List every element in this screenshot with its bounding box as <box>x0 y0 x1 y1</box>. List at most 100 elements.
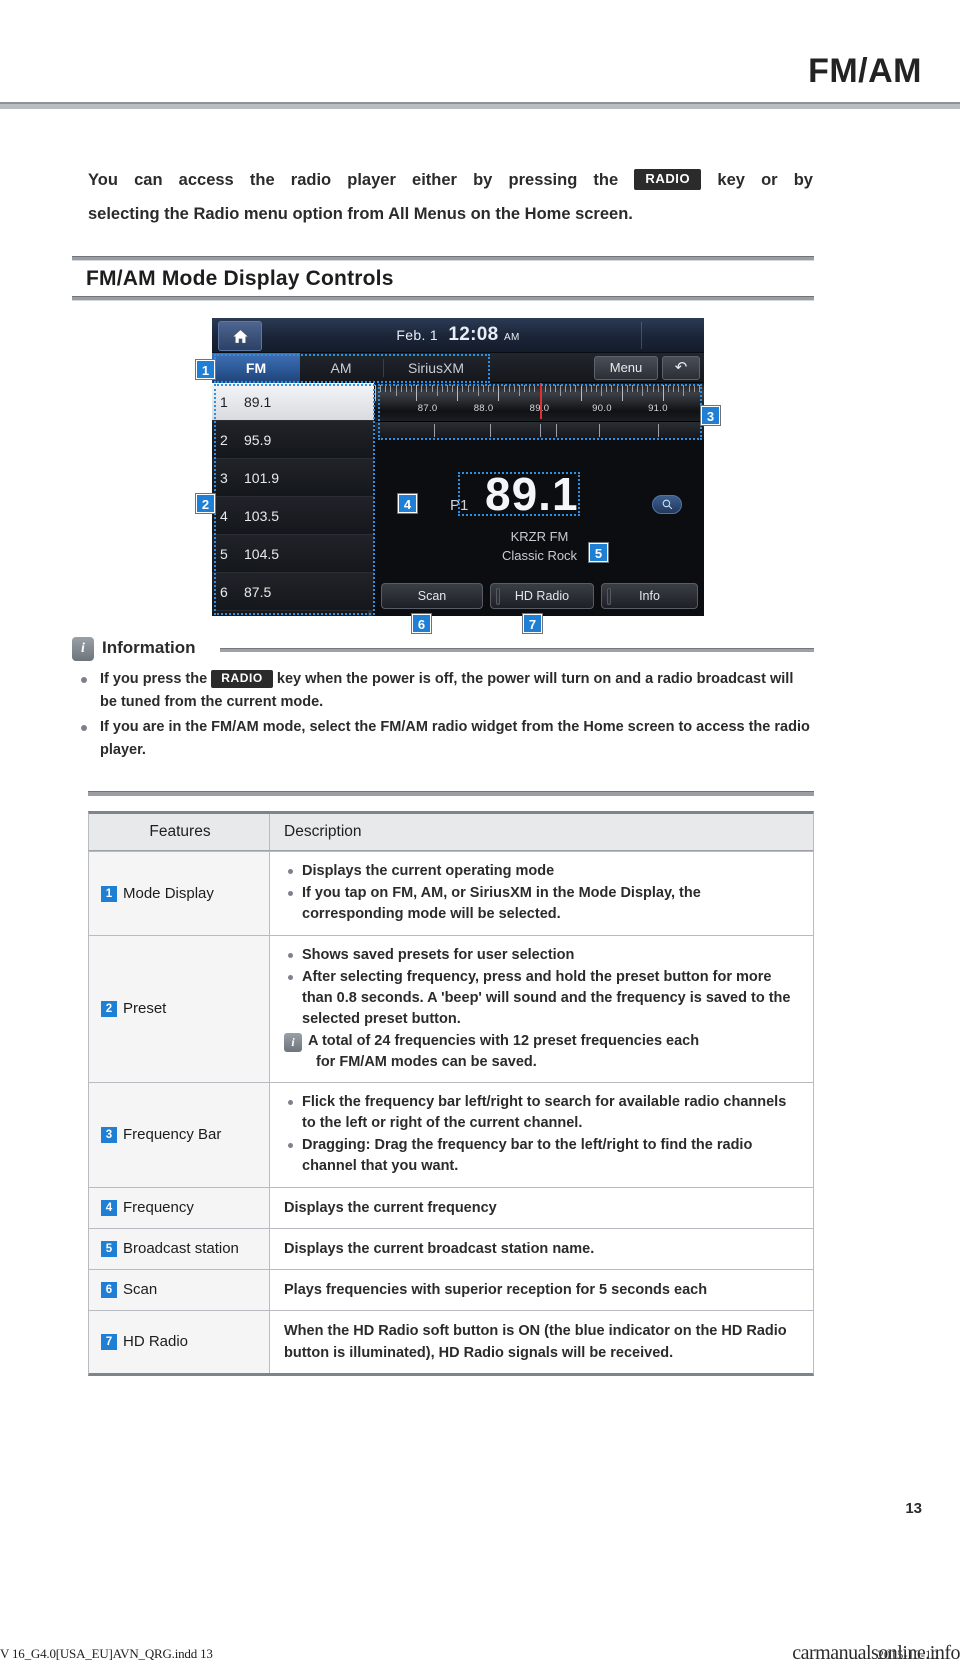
intro-paragraph: You can access the radio player either b… <box>88 163 813 231</box>
section-title: FM/AM Mode Display Controls <box>86 267 394 290</box>
information-bottom-rule <box>88 791 814 796</box>
freq-tick-label: 91.0 <box>648 403 668 414</box>
intro-text-before: You can access the radio player either b… <box>88 171 619 189</box>
description-bullet: If you tap on FM, AM, or SiriusXM in the… <box>284 883 801 925</box>
feature-label: 6 Scan <box>101 1280 157 1300</box>
device-status-bar: Feb. 1 12:08 AM <box>212 318 704 353</box>
preset-item-1[interactable]: 1 89.1 <box>212 383 374 421</box>
description-note: i A total of 24 frequencies with 12 pres… <box>284 1031 801 1073</box>
preset-index: 6 <box>220 584 228 600</box>
badge-4: 4 <box>398 494 417 513</box>
feature-number: 3 <box>101 1127 117 1143</box>
preset-index: 1 <box>220 394 228 410</box>
preset-item-6[interactable]: 6 87.5 <box>212 573 374 611</box>
feature-name: Frequency Bar <box>123 1126 222 1143</box>
device-body: 1 89.1 2 95.9 3 101.9 4 103.5 5 104.5 6 … <box>212 383 704 616</box>
table-cell-feature: 5 Broadcast station <box>89 1229 270 1269</box>
header-description-label: Description <box>284 823 362 840</box>
freq-tick-label: 87.0 <box>417 403 438 414</box>
feature-number: 7 <box>101 1334 117 1350</box>
info-label: Info <box>639 589 660 603</box>
head-unit-screen: Feb. 1 12:08 AM FM AM SiriusXM Menu ↶ 1 … <box>212 318 704 616</box>
table-row: 5 Broadcast station Displays the current … <box>88 1228 814 1269</box>
preset-item-4[interactable]: 4 103.5 <box>212 497 374 535</box>
tab-siriusxm[interactable]: SiriusXM <box>382 353 490 383</box>
header-features-label: Features <box>149 823 211 840</box>
preset-item-2[interactable]: 2 95.9 <box>212 421 374 459</box>
tab-am[interactable]: AM <box>300 353 382 383</box>
preset-frequency: 87.5 <box>244 584 272 600</box>
table-row: 6 Scan Plays frequencies with superior re… <box>88 1269 814 1310</box>
preset-item-5[interactable]: 5 104.5 <box>212 535 374 573</box>
intro-line-2: selecting the Radio menu option from All… <box>88 205 633 223</box>
feature-number: 5 <box>101 1241 117 1257</box>
badge-2: 2 <box>196 494 215 513</box>
table-header-description: Description <box>270 814 813 850</box>
status-divider <box>641 322 642 349</box>
table-cell-description: Displays the current frequency <box>270 1188 813 1228</box>
table-header-features: Features <box>89 814 270 850</box>
search-button[interactable] <box>652 495 682 514</box>
mode-display-tabs: FM AM SiriusXM Menu ↶ <box>212 353 704 383</box>
description-bullet: Displays the current operating mode <box>284 861 801 882</box>
status-time: 12:08 <box>448 324 499 345</box>
feature-label: 3 Frequency Bar <box>101 1125 221 1145</box>
info-button[interactable]: Info <box>601 583 698 609</box>
hd-radio-indicator <box>496 588 500 605</box>
preset-index: 3 <box>220 470 228 486</box>
table-cell-feature: 4 Frequency <box>89 1188 270 1228</box>
feature-name: Frequency <box>123 1199 194 1216</box>
information-rule <box>220 648 814 652</box>
information-item-2: If you are in the FM/AM mode, select the… <box>72 716 814 762</box>
description-text: Displays the current frequency <box>284 1200 497 1216</box>
table-cell-feature: 2 Preset <box>89 936 270 1082</box>
information-item-1: If you press the RADIO key when the powe… <box>72 668 814 714</box>
features-table: Features Description 1 Mode Display Displ… <box>88 811 814 1376</box>
table-row: 4 Frequency Displays the current frequenc… <box>88 1187 814 1228</box>
information-block: i Information If you press the RADIO key… <box>72 636 814 796</box>
feature-name: Preset <box>123 1000 167 1017</box>
information-list: If you press the RADIO key when the powe… <box>72 668 814 762</box>
feature-number: 6 <box>101 1282 117 1298</box>
table-cell-description: Flick the frequency bar left/right to se… <box>270 1083 813 1187</box>
description-bullet: After selecting frequency, press and hol… <box>284 967 801 1030</box>
table-cell-feature: 6 Scan <box>89 1270 270 1310</box>
tuner-display: P1 89.1 KRZR FM Classic Rock Scan HD Rad… <box>375 439 704 616</box>
scan-button[interactable]: Scan <box>381 583 483 609</box>
preset-index: 2 <box>220 432 228 448</box>
information-icon: i <box>72 637 94 661</box>
footer-date: 2015-10-10 <box>877 1647 938 1662</box>
station-name: KRZR FM <box>510 529 569 544</box>
feature-label: 5 Broadcast station <box>101 1239 239 1259</box>
search-icon <box>662 499 672 510</box>
preset-item-3[interactable]: 3 101.9 <box>212 459 374 497</box>
current-frequency: 89.1 <box>485 468 579 520</box>
hd-radio-label: HD Radio <box>514 589 570 603</box>
feature-number: 2 <box>101 1001 117 1017</box>
manual-page: FM/AM You can access the radio player ei… <box>0 0 960 1680</box>
badge-7: 7 <box>523 614 542 633</box>
preset-index: 4 <box>220 508 228 524</box>
feature-label: 4 Frequency <box>101 1198 194 1218</box>
tab-fm[interactable]: FM <box>212 353 300 383</box>
table-header-row: Features Description <box>88 811 814 851</box>
section-rule-bottom <box>72 296 814 301</box>
menu-button[interactable]: Menu <box>594 356 658 380</box>
description-text: Displays the current broadcast station n… <box>284 1241 595 1257</box>
back-button[interactable]: ↶ <box>662 356 700 380</box>
feature-number: 4 <box>101 1200 117 1216</box>
description-bullet: Shows saved presets for user selection <box>284 945 801 966</box>
page-header: FM/AM <box>0 0 960 104</box>
table-cell-feature: 1 Mode Display <box>89 852 270 935</box>
hd-radio-button[interactable]: HD Radio <box>490 583 594 609</box>
table-cell-description: Displays the current operating mode If y… <box>270 852 813 935</box>
badge-3: 3 <box>701 406 720 425</box>
frequency-bar-lower <box>375 421 704 439</box>
frequency-bar[interactable]: 87.0 88.0 89.0 90.0 91.0 <box>375 383 704 439</box>
description-text: When the HD Radio soft button is ON (the… <box>284 1323 787 1361</box>
preset-list[interactable]: 1 89.1 2 95.9 3 101.9 4 103.5 5 104.5 6 … <box>212 383 375 616</box>
feature-label: 1 Mode Display <box>101 884 214 904</box>
feature-label: 2 Preset <box>101 999 166 1019</box>
freq-tick-label: 90.0 <box>592 403 612 414</box>
note-icon: i <box>284 1033 302 1052</box>
